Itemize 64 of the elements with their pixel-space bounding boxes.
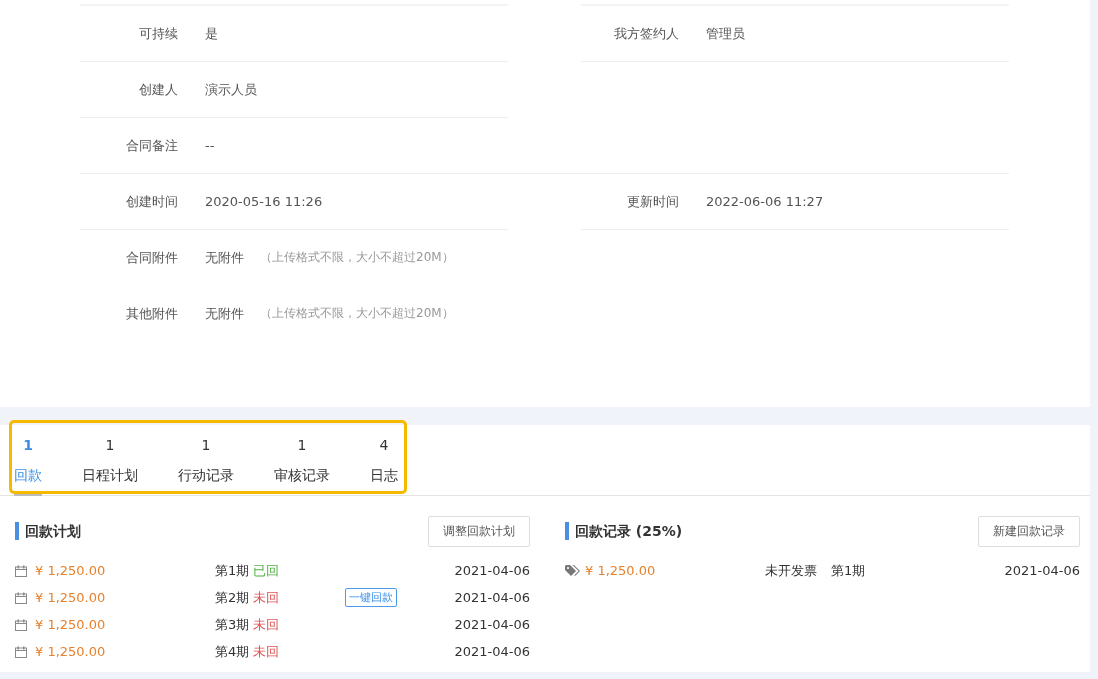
field-value: 是 bbox=[205, 24, 218, 43]
invoice-status: 未开发票 bbox=[765, 562, 817, 578]
tab-underline bbox=[14, 494, 42, 496]
tab[interactable]: 1 日程计划 bbox=[82, 425, 138, 484]
field-hint: （上传格式不限，大小不超过20M） bbox=[260, 249, 454, 266]
tab-label: 日志 bbox=[370, 466, 398, 484]
action-button[interactable]: 新建回款记录 bbox=[978, 515, 1080, 547]
field-value: 无附件 bbox=[205, 304, 244, 323]
amount-text: ¥ 1,250.00 bbox=[35, 644, 107, 659]
period-text: 第4期 bbox=[215, 643, 250, 659]
field-label: 可持续 bbox=[138, 24, 178, 43]
field-value: 2022-06-06 11:27 bbox=[706, 194, 824, 209]
period-text: 第3期 bbox=[215, 616, 250, 632]
amount-text: ¥ 1,250.00 bbox=[35, 590, 107, 605]
status-text: 未回 bbox=[253, 643, 280, 659]
section-title: 回款计划 bbox=[15, 522, 81, 540]
tab-count: 1 bbox=[105, 436, 115, 454]
period-text: 第2期 bbox=[215, 589, 250, 605]
field-label: 合同备注 bbox=[125, 136, 178, 155]
field-hint: （上传格式不限，大小不超过20M） bbox=[260, 305, 454, 322]
tab-count: 1 bbox=[201, 436, 211, 454]
status-text: 未回 bbox=[253, 589, 280, 605]
tab[interactable]: 1 行动记录 bbox=[178, 425, 234, 484]
quick-pay-button[interactable]: 一键回款 bbox=[345, 588, 397, 607]
status-text: 已回 bbox=[253, 562, 280, 578]
field-value: -- bbox=[205, 138, 215, 153]
field-label: 我方签约人 bbox=[613, 24, 679, 43]
field-label: 创建时间 bbox=[125, 192, 178, 211]
amount-text: ¥ 1,250.00 bbox=[585, 563, 657, 578]
tab-label: 日程计划 bbox=[82, 466, 138, 484]
tab[interactable]: 4 日志 bbox=[370, 425, 398, 484]
period-text: 第1期 bbox=[215, 562, 250, 578]
calendar-icon bbox=[15, 645, 27, 658]
tab-count: 1 bbox=[297, 436, 307, 454]
amount-text: ¥ 1,250.00 bbox=[35, 563, 107, 578]
field-label: 创建人 bbox=[138, 80, 178, 99]
tags-icon bbox=[565, 564, 581, 577]
tab-label: 回款 bbox=[14, 466, 42, 484]
date-text: 2021-04-06 bbox=[1004, 563, 1080, 578]
date-text: 2021-04-06 bbox=[454, 644, 530, 659]
field-label: 合同附件 bbox=[125, 248, 178, 267]
field-label: 更新时间 bbox=[626, 192, 679, 211]
calendar-icon bbox=[15, 591, 27, 604]
field-label: 其他附件 bbox=[125, 304, 178, 323]
field-value: 管理员 bbox=[706, 24, 745, 43]
tab[interactable]: 1 审核记录 bbox=[274, 425, 330, 484]
action-button[interactable]: 调整回款计划 bbox=[428, 515, 530, 547]
date-text: 2021-04-06 bbox=[454, 563, 530, 578]
field-value: 无附件 bbox=[205, 248, 244, 267]
calendar-icon bbox=[15, 564, 27, 577]
period-text: 第1期 bbox=[831, 562, 866, 578]
tab-label: 审核记录 bbox=[274, 466, 330, 484]
amount-text: ¥ 1,250.00 bbox=[35, 617, 107, 632]
section-title: 回款记录 (25%) bbox=[565, 522, 683, 540]
tab-count: 1 bbox=[23, 436, 33, 454]
date-text: 2021-04-06 bbox=[454, 617, 530, 632]
tab-count: 4 bbox=[379, 436, 389, 454]
calendar-icon bbox=[15, 618, 27, 631]
tab[interactable]: 1 回款 bbox=[14, 425, 42, 484]
field-value: 2020-05-16 11:26 bbox=[205, 194, 323, 209]
date-text: 2021-04-06 bbox=[454, 590, 530, 605]
field-value: 演示人员 bbox=[205, 80, 257, 99]
status-text: 未回 bbox=[253, 616, 280, 632]
tab-label: 行动记录 bbox=[178, 466, 234, 484]
